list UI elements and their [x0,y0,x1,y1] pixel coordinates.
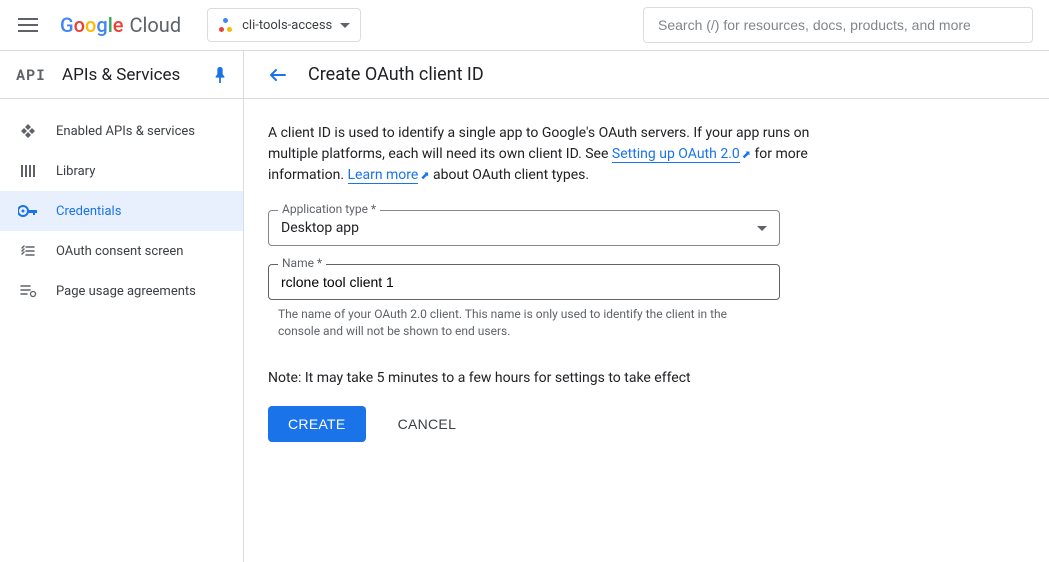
sidebar-title: APIs & Services [62,65,197,85]
sidebar-item-page-usage[interactable]: Page usage agreements [0,271,243,311]
sidebar-header: API APIs & Services [0,51,243,99]
sidebar-item-library[interactable]: Library [0,151,243,191]
consent-icon [18,241,38,261]
diamond-icon [18,121,38,141]
sidebar-item-enabled-apis[interactable]: Enabled APIs & services [0,111,243,151]
sidebar-item-label: Enabled APIs & services [56,124,195,139]
logo-cloud-text: Cloud [130,13,182,37]
caret-down-icon [757,226,767,231]
create-button[interactable]: CREATE [268,406,366,442]
delay-note: Note: It may take 5 minutes to a few hou… [268,370,820,386]
application-type-field: Application type * Desktop app [268,210,820,246]
name-field-label: Name * [278,256,326,270]
application-type-label: Application type * [278,202,380,216]
cancel-button[interactable]: CANCEL [378,406,477,442]
link-learn-more[interactable]: Learn more [348,167,419,184]
name-input[interactable] [281,274,767,290]
intro-paragraph: A client ID is used to identify a single… [268,123,820,186]
sidebar-item-label: OAuth consent screen [56,244,183,259]
key-icon [18,201,38,221]
external-link-icon: ⬈ [420,169,429,182]
back-arrow-icon[interactable] [268,65,288,85]
intro-text-3: about OAuth client types. [430,167,589,183]
sidebar-item-label: Credentials [56,204,121,219]
page-title: Create OAuth client ID [308,64,484,85]
project-dots-icon [218,17,234,33]
search-input[interactable] [658,17,1018,33]
top-bar: Google Cloud cli-tools-access [0,0,1049,51]
link-setting-up-oauth[interactable]: Setting up OAuth 2.0 [612,146,740,163]
main-panel: Create OAuth client ID A client ID is us… [244,51,1049,562]
sidebar-item-label: Page usage agreements [56,284,196,299]
pin-icon[interactable] [213,67,227,83]
project-name: cli-tools-access [242,18,332,33]
sidebar-item-label: Library [56,164,95,179]
search-box[interactable] [643,7,1033,43]
sidebar-item-oauth-consent[interactable]: OAuth consent screen [0,231,243,271]
api-logo-icon: API [16,65,46,85]
external-link-icon: ⬈ [742,148,751,161]
library-icon [18,161,38,181]
name-field-box [268,264,780,300]
sidebar: API APIs & Services Enabled APIs & servi… [0,51,244,562]
main-header: Create OAuth client ID [244,51,1049,99]
settings-list-icon [18,281,38,301]
application-type-value: Desktop app [281,220,359,236]
caret-down-icon [340,23,350,28]
google-cloud-logo[interactable]: Google Cloud [60,13,181,37]
name-field: Name * The name of your OAuth 2.0 client… [268,264,820,340]
name-helper-text: The name of your OAuth 2.0 client. This … [268,300,780,340]
sidebar-item-credentials[interactable]: Credentials [0,191,243,231]
menu-icon[interactable] [16,13,40,37]
project-picker[interactable]: cli-tools-access [207,8,361,42]
